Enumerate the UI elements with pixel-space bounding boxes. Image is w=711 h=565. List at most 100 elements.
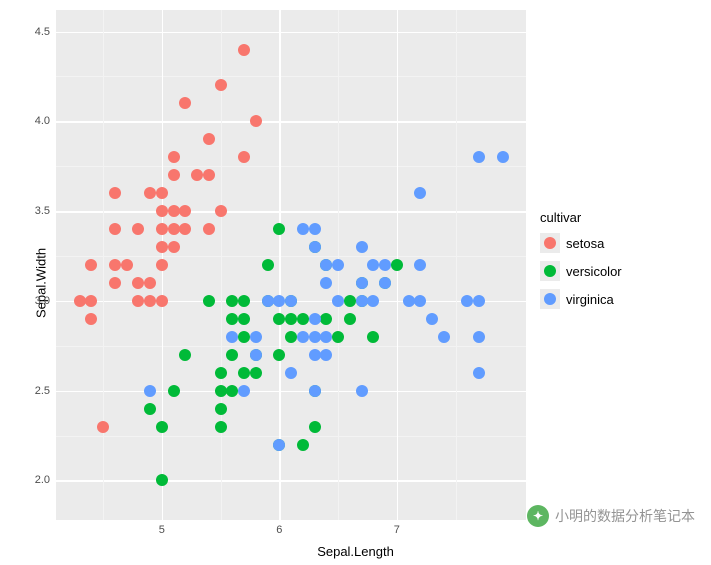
data-point xyxy=(473,151,485,163)
legend-item: virginica xyxy=(540,289,622,309)
data-point xyxy=(309,331,321,343)
data-point xyxy=(250,331,262,343)
plot-area: 2.02.53.03.54.04.5567 xyxy=(56,10,526,520)
data-point xyxy=(109,277,121,289)
x-tick-label: 5 xyxy=(159,520,165,536)
data-point xyxy=(297,439,309,451)
legend-dot-icon xyxy=(544,265,556,277)
data-point xyxy=(250,349,262,361)
watermark-text: 小明的数据分析笔记本 xyxy=(555,506,695,526)
data-point xyxy=(109,187,121,199)
data-point xyxy=(226,349,238,361)
data-point xyxy=(250,367,262,379)
grid-minor-v xyxy=(103,10,104,520)
data-point xyxy=(461,295,473,307)
data-point xyxy=(309,349,321,361)
x-tick-label: 7 xyxy=(394,520,400,536)
data-point xyxy=(320,259,332,271)
data-point xyxy=(344,295,356,307)
data-point xyxy=(379,277,391,289)
data-point xyxy=(367,259,379,271)
y-tick-label: 4.5 xyxy=(35,26,56,38)
data-point xyxy=(168,385,180,397)
data-point xyxy=(379,259,391,271)
data-point xyxy=(168,205,180,217)
data-point xyxy=(156,295,168,307)
scatter-chart: Sepal.Width Sepal.Length 2.02.53.03.54.0… xyxy=(0,0,711,565)
data-point xyxy=(238,295,250,307)
data-point xyxy=(438,331,450,343)
data-point xyxy=(144,187,156,199)
data-point xyxy=(309,223,321,235)
data-point xyxy=(238,313,250,325)
data-point xyxy=(320,313,332,325)
data-point xyxy=(414,187,426,199)
data-point xyxy=(238,331,250,343)
data-point xyxy=(356,295,368,307)
data-point xyxy=(273,295,285,307)
data-point xyxy=(226,331,238,343)
data-point xyxy=(156,241,168,253)
data-point xyxy=(215,385,227,397)
data-point xyxy=(320,349,332,361)
data-point xyxy=(273,223,285,235)
y-tick-label: 3.5 xyxy=(35,205,56,217)
data-point xyxy=(168,241,180,253)
data-point xyxy=(97,421,109,433)
data-point xyxy=(132,277,144,289)
legend-key xyxy=(540,233,560,253)
data-point xyxy=(332,295,344,307)
data-point xyxy=(285,367,297,379)
data-point xyxy=(215,421,227,433)
y-tick-label: 3.0 xyxy=(35,295,56,307)
data-point xyxy=(156,259,168,271)
data-point xyxy=(156,187,168,199)
watermark: ✦ 小明的数据分析笔记本 xyxy=(527,505,695,527)
y-axis-label: Sepal.Width xyxy=(34,247,49,317)
data-point xyxy=(85,259,97,271)
data-point xyxy=(132,223,144,235)
data-point xyxy=(203,133,215,145)
data-point xyxy=(74,295,86,307)
data-point xyxy=(85,313,97,325)
data-point xyxy=(250,115,262,127)
data-point xyxy=(179,349,191,361)
data-point xyxy=(473,295,485,307)
data-point xyxy=(473,367,485,379)
data-point xyxy=(297,223,309,235)
legend: cultivar setosaversicolorvirginica xyxy=(540,210,622,317)
data-point xyxy=(285,331,297,343)
data-point xyxy=(226,385,238,397)
data-point xyxy=(356,277,368,289)
data-point xyxy=(238,151,250,163)
wechat-icon: ✦ xyxy=(527,505,549,527)
data-point xyxy=(238,44,250,56)
data-point xyxy=(226,295,238,307)
data-point xyxy=(297,331,309,343)
data-point xyxy=(203,295,215,307)
legend-key xyxy=(540,261,560,281)
data-point xyxy=(426,313,438,325)
data-point xyxy=(156,223,168,235)
legend-item: setosa xyxy=(540,233,622,253)
data-point xyxy=(332,331,344,343)
data-point xyxy=(262,295,274,307)
data-point xyxy=(320,331,332,343)
data-point xyxy=(367,295,379,307)
data-point xyxy=(156,421,168,433)
data-point xyxy=(356,385,368,397)
data-point xyxy=(285,313,297,325)
data-point xyxy=(285,295,297,307)
data-point xyxy=(414,259,426,271)
data-point xyxy=(179,223,191,235)
data-point xyxy=(144,403,156,415)
legend-label: virginica xyxy=(566,292,614,307)
data-point xyxy=(109,259,121,271)
data-point xyxy=(414,295,426,307)
data-point xyxy=(203,169,215,181)
data-point xyxy=(144,277,156,289)
data-point xyxy=(332,259,344,271)
legend-key xyxy=(540,289,560,309)
y-tick-label: 2.0 xyxy=(35,474,56,486)
data-point xyxy=(297,313,309,325)
